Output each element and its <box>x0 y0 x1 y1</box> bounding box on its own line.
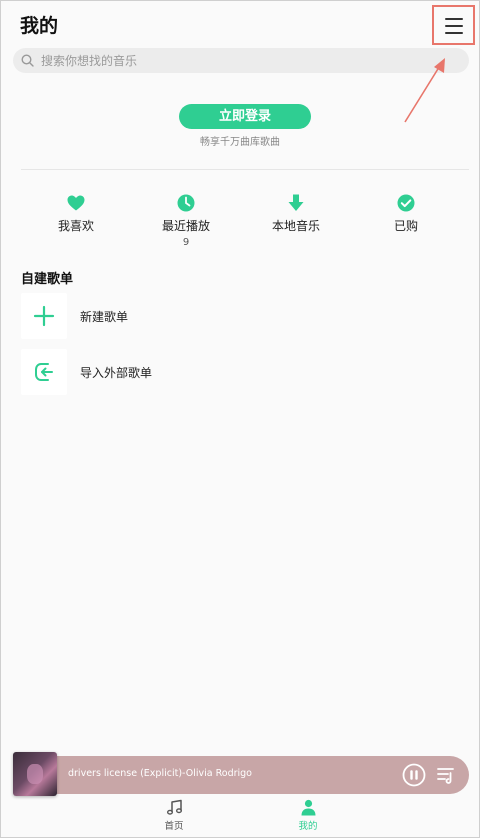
search-input[interactable] <box>41 51 441 70</box>
tab-mine[interactable]: 我的 <box>268 799 348 832</box>
recent-count: 9 <box>182 237 190 248</box>
create-playlist-item[interactable]: 新建歌单 <box>21 293 461 339</box>
album-cover[interactable] <box>13 752 57 796</box>
playlist-label: 导入外部歌单 <box>80 366 153 380</box>
tab-label: 我的 <box>298 821 318 832</box>
track-title[interactable]: drivers license (Explicit)-Olivia Rodrig… <box>68 768 252 779</box>
bottom-tab-bar: 首页 我的 <box>1 796 479 838</box>
quick-label: 本地音乐 <box>271 219 320 233</box>
search-icon <box>21 54 34 67</box>
quick-local[interactable]: 本地音乐 <box>251 193 341 234</box>
import-icon <box>35 363 53 381</box>
album-cover-art <box>27 764 43 784</box>
login-subtitle: 畅享千万曲库歌曲 <box>200 137 280 148</box>
music-note-icon <box>166 799 182 815</box>
tab-label: 首页 <box>164 821 184 832</box>
quick-label: 已购 <box>393 219 418 233</box>
menu-button[interactable] <box>432 5 475 45</box>
clock-icon <box>177 194 195 212</box>
import-playlist-item[interactable]: 导入外部歌单 <box>21 349 461 395</box>
heart-icon <box>67 195 85 211</box>
quick-favorites[interactable]: 我喜欢 <box>31 193 121 234</box>
login-button[interactable]: 立即登录 <box>179 104 311 129</box>
import-playlist-thumb[interactable] <box>21 349 67 395</box>
quick-recent[interactable]: 最近播放 9 <box>141 193 231 248</box>
playlist-queue-icon[interactable] <box>436 765 456 785</box>
quick-label: 我喜欢 <box>57 219 94 233</box>
mini-player[interactable]: drivers license (Explicit)-Olivia Rodrig… <box>13 752 469 796</box>
tab-home[interactable]: 首页 <box>134 799 214 832</box>
plus-icon <box>33 305 55 327</box>
quick-purchased[interactable]: 已购 <box>361 193 451 234</box>
check-circle-icon <box>397 194 415 212</box>
divider <box>21 169 469 170</box>
pause-icon[interactable] <box>402 763 426 787</box>
annotation-arrow-icon <box>404 58 445 123</box>
quick-label: 最近播放 <box>161 219 210 233</box>
hamburger-menu-icon <box>445 18 463 34</box>
download-arrow-icon <box>288 194 304 211</box>
playlist-label: 新建歌单 <box>80 310 129 324</box>
header: 我的 <box>1 1 479 47</box>
create-playlist-thumb[interactable] <box>21 293 67 339</box>
person-icon <box>301 799 315 816</box>
page-title: 我的 <box>20 15 59 37</box>
section-title: 自建歌单 <box>21 272 74 287</box>
